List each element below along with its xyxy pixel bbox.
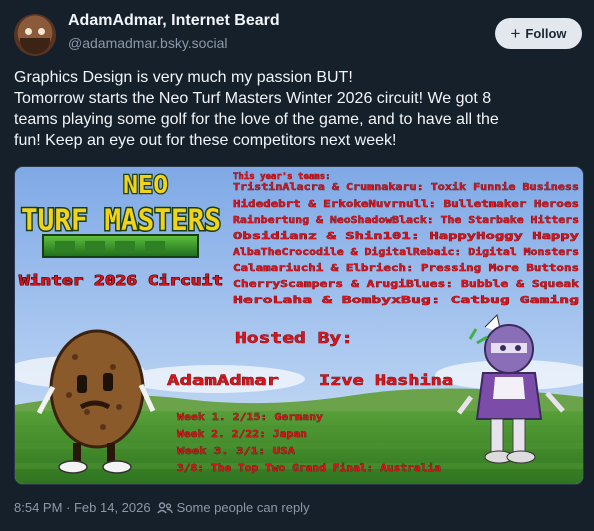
author-handle[interactable]: @adamadmar.bsky.social <box>68 35 227 51</box>
host-name: Izve Hashina <box>319 373 453 389</box>
avatar-eye <box>38 28 45 35</box>
schedule-entry: 3/8: The Top Two Grand Final: Australia <box>177 462 441 474</box>
teams-heading: This year's teams: <box>233 171 331 182</box>
follow-button[interactable]: + Follow <box>495 18 582 49</box>
author-display-name[interactable]: AdamAdmar, Internet Beard <box>68 12 280 30</box>
hosted-by-heading: Hosted By: <box>235 329 353 347</box>
plus-icon: + <box>510 24 521 43</box>
avatar-beard <box>20 38 50 54</box>
post-image[interactable]: NEO TURF MASTERS Winter 2026 Circuit Thi… <box>14 166 584 485</box>
post-footer: 8:54 PM · Feb 14, 2026 Some people can r… <box>14 500 310 515</box>
schedule-entry: Week 3. 3/1: USA <box>177 446 295 457</box>
team-entry: HeroLaha & BombyxBug: Catbug Gaming <box>233 294 579 306</box>
schedule-entry: Week 1. 2/15: Germany <box>177 412 323 423</box>
logo-neo: NEO <box>123 170 168 199</box>
team-entry: CherryScampers & ArugiBlues: Bubble & Sq… <box>233 278 579 290</box>
post-line: teams playing some golf for the love of … <box>14 111 499 128</box>
post-line: fun! Keep an eye out for these competito… <box>14 132 397 149</box>
follow-label: Follow <box>525 26 567 41</box>
author-avatar[interactable] <box>14 14 56 56</box>
team-entry: Calamariuchi & Elbriech: Pressing More B… <box>233 262 579 274</box>
logo-circuit: Winter 2026 Circuit <box>19 274 223 289</box>
post-timestamp[interactable]: 8:54 PM · Feb 14, 2026 <box>14 500 151 515</box>
team-entry: Obsidianz & Shin101: HappyHoggy Happy <box>233 230 579 242</box>
post-line: Tomorrow starts the Neo Turf Masters Win… <box>14 90 492 107</box>
reply-setting[interactable]: Some people can reply <box>177 500 310 515</box>
team-entry: TristinAlacra & Crumnakaru: Toxik Funnie… <box>233 181 579 193</box>
post-text: Graphics Design is very much my passion … <box>14 67 584 151</box>
team-entry: Hidedebrt & ErkokeNuvrnull: Bulletmaker … <box>233 198 579 210</box>
avatar-eye <box>25 28 32 35</box>
people-icon <box>156 501 173 514</box>
teams-list: This year's teams: TristinAlacra & Crumn… <box>233 171 580 307</box>
schedule-entry: Week 2. 2/22: Japan <box>177 429 307 440</box>
logo-turf-masters: TURF MASTERS <box>21 203 221 237</box>
team-entry: AlbaTheCrocodile & DigitalRebaic: Digita… <box>233 246 579 258</box>
post-line: Graphics Design is very much my passion … <box>14 69 353 86</box>
host-name: AdamAdmar <box>167 373 279 389</box>
team-entry: Rainbertung & NeoShadowBlack: The Starba… <box>233 214 579 226</box>
